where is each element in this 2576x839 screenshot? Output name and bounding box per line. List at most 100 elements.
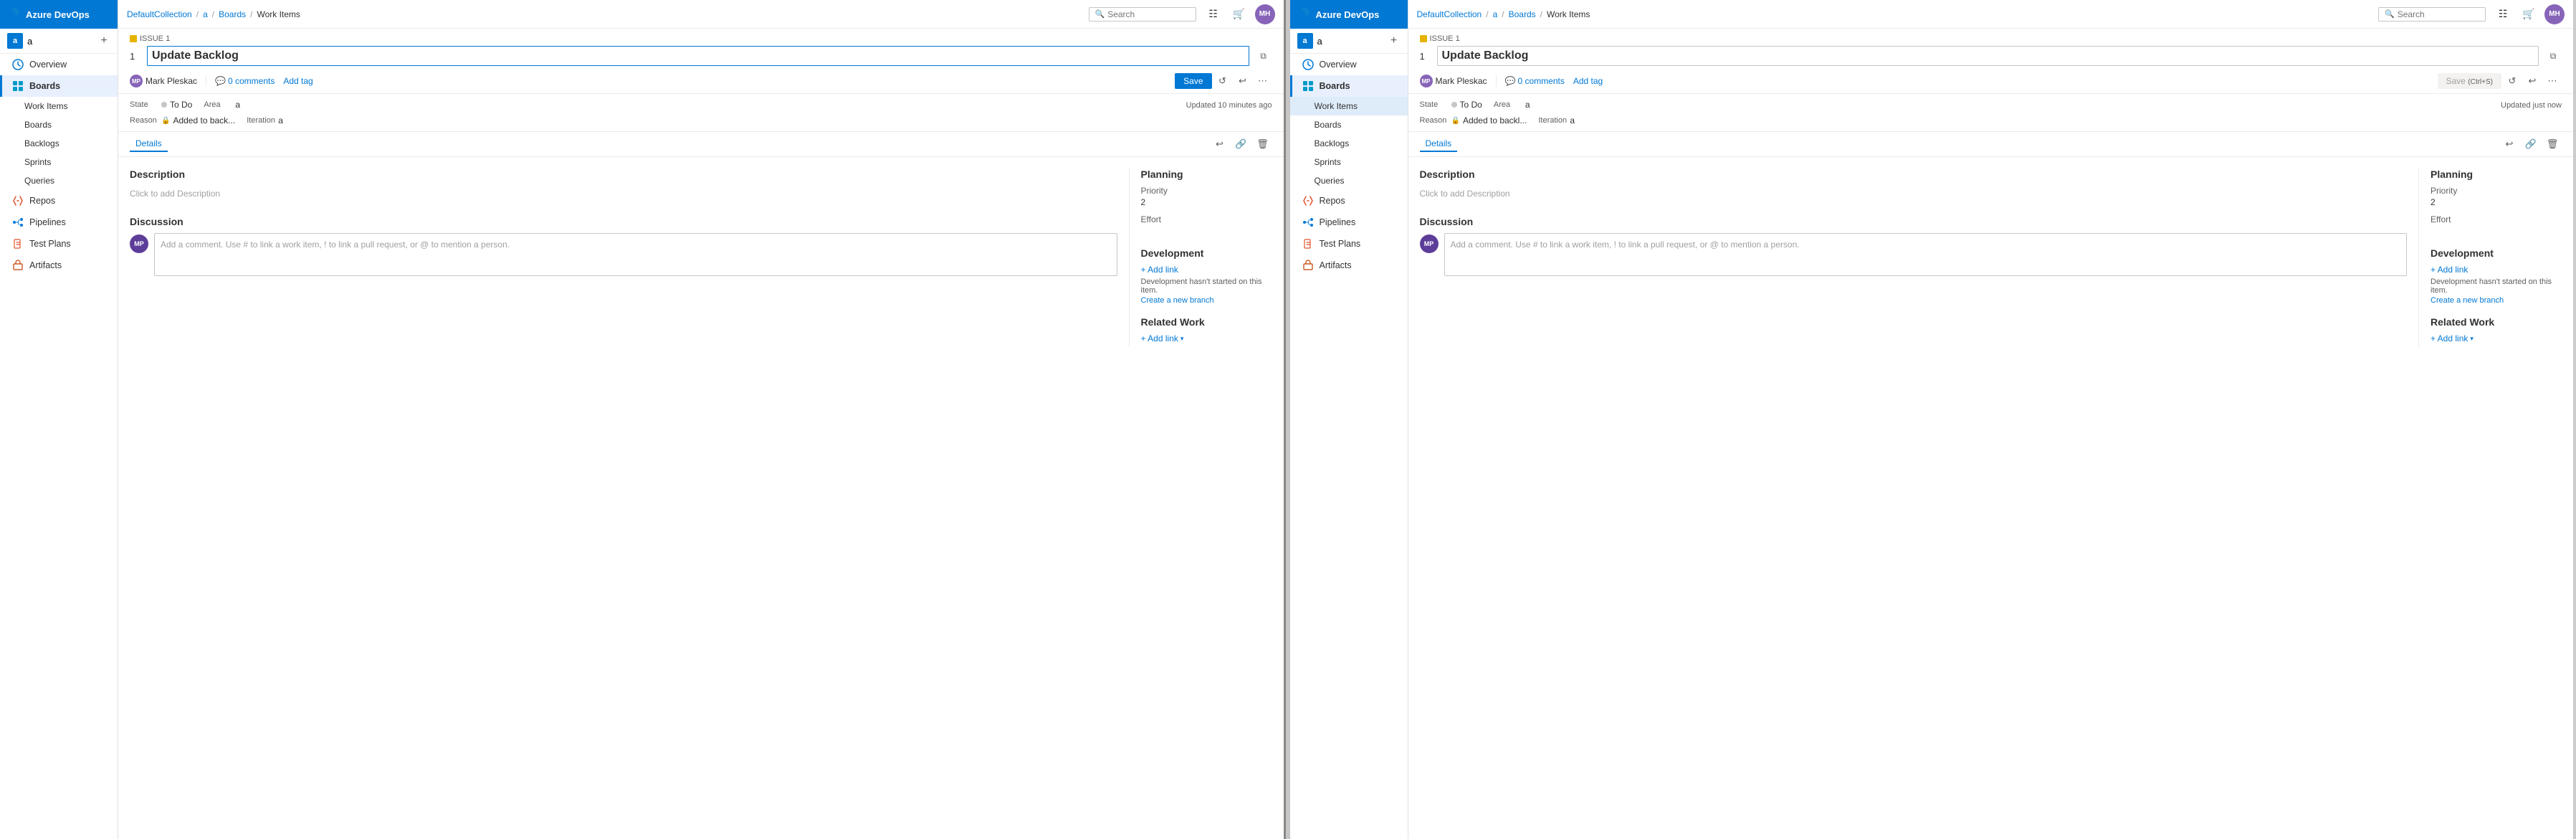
- priority-value-panel2[interactable]: 2: [2430, 197, 2562, 207]
- sidebar-item-repos-panel2[interactable]: Repos: [1290, 190, 1408, 212]
- list-icon-panel1[interactable]: ☷: [1203, 4, 1223, 24]
- related-add-link-panel2[interactable]: + Add link ▾: [2430, 333, 2562, 343]
- save-button-panel1[interactable]: Save: [1175, 73, 1211, 89]
- breadcrumb-sep3-panel2: /: [1540, 9, 1542, 19]
- details-link-panel2[interactable]: Details: [1420, 136, 1458, 152]
- reason-value-panel1[interactable]: 🔒 Added to back...: [161, 115, 235, 125]
- undo-button-panel2[interactable]: ↩: [2523, 72, 2542, 90]
- sidebar-item-boards-group-panel1[interactable]: Boards: [0, 75, 118, 97]
- title-input-panel2[interactable]: [1437, 46, 2539, 66]
- sidebar-item-boards-group-panel2[interactable]: Boards: [1290, 75, 1408, 97]
- refresh-button-panel2[interactable]: ↺: [2503, 72, 2522, 90]
- comment-input-panel1[interactable]: Add a comment. Use # to link a work item…: [154, 233, 1117, 276]
- priority-label-panel2: Priority: [2430, 186, 2562, 196]
- comments-link-panel1[interactable]: 💬 0 comments: [215, 76, 275, 86]
- create-branch-panel1[interactable]: Create a new branch: [1141, 296, 1272, 305]
- breadcrumb-boards-panel2[interactable]: Boards: [1509, 9, 1536, 19]
- action-btns-panel1: Save ↺ ↩ ⋯: [1175, 72, 1272, 90]
- breadcrumb-boards-panel1[interactable]: Boards: [219, 9, 246, 19]
- boards-label: Boards: [24, 120, 52, 130]
- search-box-panel2[interactable]: 🔍: [2378, 7, 2486, 22]
- link-icon-btn-panel1[interactable]: 🔗: [1232, 135, 1251, 153]
- effort-value-panel1[interactable]: [1141, 226, 1272, 236]
- sidebar-item-work-items-panel2[interactable]: Work Items: [1290, 97, 1408, 115]
- area-value-panel1[interactable]: a: [235, 100, 240, 110]
- lock-icon-panel1: 🔒: [161, 117, 170, 125]
- related-add-link-panel1[interactable]: + Add link ▾: [1141, 333, 1272, 343]
- search-input-panel1[interactable]: [1107, 9, 1189, 19]
- sidebar-item-backlogs-panel2[interactable]: Backlogs: [1290, 134, 1408, 153]
- save-button-panel2[interactable]: Save (Ctrl+S): [2438, 73, 2501, 89]
- sidebar-item-sprints-panel2[interactable]: Sprints: [1290, 153, 1408, 171]
- breadcrumb-project-panel2[interactable]: a: [1493, 9, 1498, 19]
- add-tag-panel2[interactable]: Add tag: [1573, 76, 1603, 86]
- history-icon-btn-panel1[interactable]: ↩: [1211, 135, 1229, 153]
- add-tag-panel1[interactable]: Add tag: [283, 76, 313, 86]
- reason-value-panel2[interactable]: 🔒 Added to backl...: [1451, 115, 1527, 125]
- sidebar-item-work-items-panel1[interactable]: Work Items: [0, 97, 118, 115]
- dev-add-link-panel2[interactable]: + Add link: [2430, 265, 2562, 275]
- priority-value-panel1[interactable]: 2: [1141, 197, 1272, 207]
- iteration-field-panel2: Iteration a: [1538, 115, 1575, 125]
- sidebar-item-sprints-panel1[interactable]: Sprints: [0, 153, 118, 171]
- undo-button-panel1[interactable]: ↩: [1234, 72, 1252, 90]
- iteration-value-panel2[interactable]: a: [1570, 115, 1575, 125]
- shopping-icon-panel2[interactable]: 🛒: [2519, 4, 2539, 24]
- sidebar-item-pipelines-panel1[interactable]: Pipelines: [0, 212, 118, 233]
- iteration-value-panel1[interactable]: a: [278, 115, 283, 125]
- test-plans-label: Test Plans: [29, 239, 71, 249]
- delete-icon-btn-panel1[interactable]: 🗑: [1254, 135, 1272, 153]
- sidebar-item-overview-panel1[interactable]: Overview: [0, 54, 118, 75]
- search-box-panel1[interactable]: 🔍: [1089, 7, 1196, 22]
- comments-link-panel2[interactable]: 💬 0 comments: [1505, 76, 1565, 86]
- title-row-panel2: 1 ⧉: [1408, 43, 2574, 69]
- area-value-panel2[interactable]: a: [1525, 100, 1530, 110]
- state-value-panel1[interactable]: To Do: [161, 100, 192, 110]
- details-link-panel1[interactable]: Details: [130, 136, 168, 152]
- app-name-label-2: Azure DevOps: [1316, 9, 1380, 20]
- breadcrumb-project-panel1[interactable]: a: [203, 9, 208, 19]
- user-avatar-panel2[interactable]: MH: [2544, 4, 2565, 24]
- add-project-button-panel1[interactable]: +: [97, 34, 110, 47]
- dev-add-link-panel1[interactable]: + Add link: [1141, 265, 1272, 275]
- assigned-user-panel1[interactable]: MP Mark Pleskac: [130, 75, 197, 87]
- sidebar-item-artifacts-panel2[interactable]: Artifacts: [1290, 255, 1408, 276]
- create-branch-panel2[interactable]: Create a new branch: [2430, 296, 2562, 305]
- title-input-panel1[interactable]: [147, 46, 1249, 66]
- sidebar-item-boards-panel2[interactable]: Boards: [1290, 115, 1408, 134]
- delete-icon-btn-panel2[interactable]: 🗑: [2543, 135, 2562, 153]
- related-dropdown-icon-panel2: ▾: [2470, 335, 2474, 343]
- breadcrumb-collection-panel1[interactable]: DefaultCollection: [127, 9, 192, 19]
- more-button-panel1[interactable]: ⋯: [1254, 72, 1272, 90]
- description-placeholder-panel1[interactable]: Click to add Description: [130, 186, 1117, 202]
- copy-button-panel2[interactable]: ⧉: [2544, 47, 2562, 65]
- user-avatar-panel1[interactable]: MH: [1255, 4, 1275, 24]
- history-icon-btn-panel2[interactable]: ↩: [2500, 135, 2519, 153]
- repos-icon-2: [1302, 195, 1314, 207]
- add-project-button-panel2[interactable]: +: [1388, 34, 1401, 47]
- breadcrumb-collection-panel2[interactable]: DefaultCollection: [1417, 9, 1482, 19]
- effort-value-panel2[interactable]: [2430, 226, 2562, 236]
- search-input-panel2[interactable]: [2398, 9, 2479, 19]
- state-value-panel2[interactable]: To Do: [1451, 100, 1482, 110]
- copy-button-panel1[interactable]: ⧉: [1255, 47, 1272, 65]
- sidebar-item-queries-panel1[interactable]: Queries: [0, 171, 118, 190]
- link-icon-btn-panel2[interactable]: 🔗: [2522, 135, 2540, 153]
- assigned-user-panel2[interactable]: MP Mark Pleskac: [1420, 75, 1487, 87]
- sidebar-item-artifacts-panel1[interactable]: Artifacts: [0, 255, 118, 276]
- more-button-panel2[interactable]: ⋯: [2543, 72, 2562, 90]
- sidebar-item-repos-panel1[interactable]: Repos: [0, 190, 118, 212]
- sidebar-item-boards-panel1[interactable]: Boards: [0, 115, 118, 134]
- work-item-number-panel2: 1: [1420, 51, 1431, 62]
- comment-input-panel2[interactable]: Add a comment. Use # to link a work item…: [1444, 233, 2408, 276]
- sidebar-item-queries-panel2[interactable]: Queries: [1290, 171, 1408, 190]
- list-icon-panel2[interactable]: ☷: [2493, 4, 2513, 24]
- shopping-icon-panel1[interactable]: 🛒: [1229, 4, 1249, 24]
- description-placeholder-panel2[interactable]: Click to add Description: [1420, 186, 2408, 202]
- sidebar-item-overview-panel2[interactable]: Overview: [1290, 54, 1408, 75]
- sidebar-item-backlogs-panel1[interactable]: Backlogs: [0, 134, 118, 153]
- refresh-button-panel1[interactable]: ↺: [1213, 72, 1232, 90]
- sidebar-item-test-plans-panel2[interactable]: Test Plans: [1290, 233, 1408, 255]
- sidebar-item-test-plans-panel1[interactable]: Test Plans: [0, 233, 118, 255]
- sidebar-item-pipelines-panel2[interactable]: Pipelines: [1290, 212, 1408, 233]
